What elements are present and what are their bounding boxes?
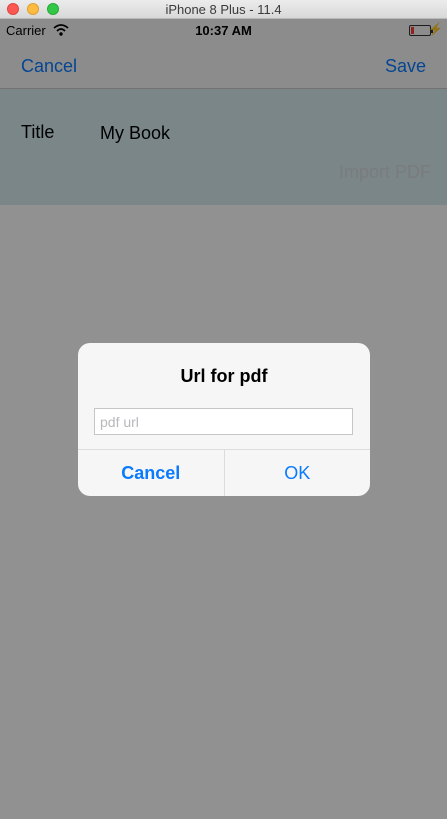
- alert-ok-button[interactable]: OK: [225, 450, 371, 496]
- alert-actions: Cancel OK: [78, 449, 370, 496]
- url-alert-dialog: Url for pdf Cancel OK: [78, 343, 370, 496]
- alert-title: Url for pdf: [180, 366, 268, 386]
- alert-cancel-button[interactable]: Cancel: [78, 450, 225, 496]
- pdf-url-input[interactable]: [94, 408, 353, 435]
- window-titlebar: iPhone 8 Plus - 11.4: [0, 0, 447, 19]
- simulator-window: iPhone 8 Plus - 11.4 Carrier 10:37 AM ⚡ …: [0, 0, 447, 819]
- window-title: iPhone 8 Plus - 11.4: [165, 2, 282, 17]
